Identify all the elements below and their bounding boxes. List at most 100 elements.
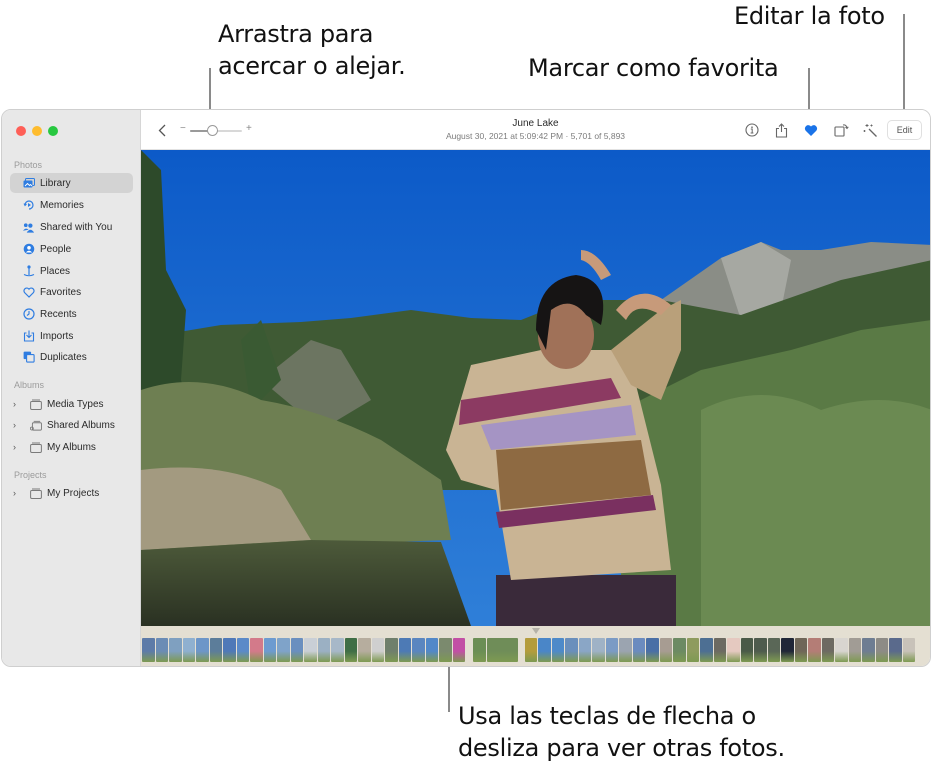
filmstrip-thumbnail[interactable]	[169, 638, 182, 662]
filmstrip-thumbnail[interactable]	[223, 638, 236, 662]
auto-enhance-button[interactable]	[861, 121, 879, 139]
callout-favorite: Marcar como favorita	[528, 54, 779, 82]
filmstrip-thumbnail[interactable]	[875, 638, 889, 662]
sidebar-item-label: My Albums	[47, 441, 96, 453]
close-button[interactable]	[16, 126, 26, 136]
filmstrip-thumbnail[interactable]	[439, 638, 452, 662]
filmstrip[interactable]	[141, 626, 930, 666]
filmstrip-thumbnail[interactable]	[538, 638, 551, 662]
sidebar-item-shared-albums[interactable]: › Shared Albums	[10, 415, 133, 435]
sidebar-item-label: Media Types	[47, 398, 104, 410]
filmstrip-thumbnail[interactable]	[236, 638, 250, 662]
chevron-right-icon[interactable]: ›	[13, 488, 16, 498]
sidebar-item-duplicates[interactable]: Duplicates	[10, 347, 133, 367]
filmstrip-thumbnail[interactable]	[250, 638, 263, 662]
rotate-button[interactable]	[832, 121, 850, 139]
sidebar-item-favorites[interactable]: Favorites	[10, 282, 133, 302]
sidebar-item-recents[interactable]: Recents	[10, 304, 133, 324]
section-label-projects: Projects	[14, 470, 47, 480]
filmstrip-thumbnail[interactable]	[727, 638, 740, 662]
filmstrip-thumbnail[interactable]	[821, 638, 835, 662]
filmstrip-thumbnail[interactable]	[155, 638, 169, 662]
filmstrip-thumbnail[interactable]	[358, 638, 371, 662]
filmstrip-thumbnail[interactable]	[767, 638, 781, 662]
favorite-button[interactable]	[802, 121, 820, 139]
filmstrip-thumbnail[interactable]	[209, 638, 223, 662]
filmstrip-thumbnail[interactable]	[673, 638, 686, 662]
sidebar-item-my-albums[interactable]: › My Albums	[10, 437, 133, 457]
filmstrip-thumbnail[interactable]	[473, 638, 486, 662]
filmstrip-thumbnail[interactable]	[835, 638, 848, 662]
filmstrip-thumbnail[interactable]	[794, 638, 808, 662]
share-button[interactable]	[772, 121, 790, 139]
filmstrip-thumbnail[interactable]	[196, 638, 209, 662]
callout-edit: Editar la foto	[734, 2, 885, 30]
chevron-right-icon[interactable]: ›	[13, 420, 16, 430]
folder-icon	[30, 487, 42, 499]
edit-button[interactable]: Edit	[887, 120, 922, 140]
filmstrip-thumbnail[interactable]	[686, 638, 700, 662]
filmstrip-thumbnail[interactable]	[578, 638, 592, 662]
chevron-right-icon[interactable]: ›	[13, 399, 16, 409]
filmstrip-thumbnail[interactable]	[263, 638, 277, 662]
filmstrip-thumbnail[interactable]	[740, 638, 754, 662]
filmstrip-thumbnail[interactable]	[452, 638, 466, 662]
clock-icon	[23, 308, 35, 320]
filmstrip-thumbnail[interactable]	[304, 638, 317, 662]
info-button[interactable]	[743, 121, 761, 139]
filmstrip-thumbnail[interactable]	[632, 638, 646, 662]
filmstrip-thumbnail[interactable]	[754, 638, 767, 662]
callout-navigate-line-1: Usa las teclas de flecha o	[458, 702, 756, 730]
filmstrip-thumbnail[interactable]	[371, 638, 385, 662]
rotate-icon	[833, 124, 849, 137]
sidebar-item-places[interactable]: Places	[10, 261, 133, 281]
filmstrip-thumbnail[interactable]	[619, 638, 632, 662]
share-icon	[775, 122, 787, 138]
filmstrip-thumbnail[interactable]	[331, 638, 344, 662]
fullscreen-button[interactable]	[48, 126, 58, 136]
sidebar-item-label: Duplicates	[40, 351, 87, 363]
filmstrip-thumbnail[interactable]	[700, 638, 713, 662]
sidebar-item-library[interactable]: Library	[10, 173, 133, 193]
filmstrip-thumbnail[interactable]	[592, 638, 605, 662]
filmstrip-thumbnail[interactable]	[889, 638, 902, 662]
chevron-right-icon[interactable]: ›	[13, 442, 16, 452]
filmstrip-thumbnail[interactable]	[182, 638, 196, 662]
filmstrip-thumbnail[interactable]	[142, 638, 155, 662]
filmstrip-thumbnail[interactable]	[524, 638, 538, 662]
filmstrip-thumbnail[interactable]	[277, 638, 290, 662]
sidebar-item-media-types[interactable]: › Media Types	[10, 394, 133, 414]
filmstrip-thumbnail[interactable]	[551, 638, 565, 662]
sidebar-item-label: Imports	[40, 330, 74, 342]
filmstrip-thumbnail[interactable]	[317, 638, 331, 662]
sidebar-item-people[interactable]: People	[10, 239, 133, 259]
filmstrip-thumbnail[interactable]	[659, 638, 673, 662]
sidebar-item-label: Favorites	[40, 286, 82, 298]
filmstrip-thumbnail[interactable]	[290, 638, 304, 662]
minimize-button[interactable]	[32, 126, 42, 136]
filmstrip-thumbnail[interactable]	[412, 638, 425, 662]
filmstrip-thumbnail[interactable]	[398, 638, 412, 662]
filmstrip-thumbnail[interactable]	[646, 638, 659, 662]
filmstrip-thumbnail[interactable]	[848, 638, 862, 662]
filmstrip-thumbnail[interactable]	[425, 638, 439, 662]
filmstrip-thumbnail[interactable]	[344, 638, 358, 662]
filmstrip-thumbnail[interactable]	[902, 638, 916, 662]
photo-viewer[interactable]	[141, 150, 930, 626]
sidebar-item-shared-with-you[interactable]: Shared with You	[10, 217, 133, 237]
memories-icon	[23, 199, 35, 211]
filmstrip-thumbnail[interactable]	[565, 638, 578, 662]
sidebar-item-memories[interactable]: Memories	[10, 195, 133, 215]
filmstrip-thumbnail[interactable]	[385, 638, 398, 662]
sidebar-item-label: Recents	[40, 308, 77, 320]
callout-navigate: Usa las teclas de flecha o desliza para …	[458, 700, 785, 764]
filmstrip-thumbnail[interactable]	[808, 638, 821, 662]
sidebar-item-my-projects[interactable]: › My Projects	[10, 483, 133, 503]
filmstrip-thumbnail[interactable]	[605, 638, 619, 662]
filmstrip-thumbnail[interactable]	[713, 638, 727, 662]
sidebar-item-label: People	[40, 243, 72, 255]
filmstrip-thumbnail[interactable]	[486, 638, 518, 662]
filmstrip-thumbnail[interactable]	[781, 638, 794, 662]
filmstrip-thumbnail[interactable]	[862, 638, 875, 662]
sidebar-item-imports[interactable]: Imports	[10, 326, 133, 346]
